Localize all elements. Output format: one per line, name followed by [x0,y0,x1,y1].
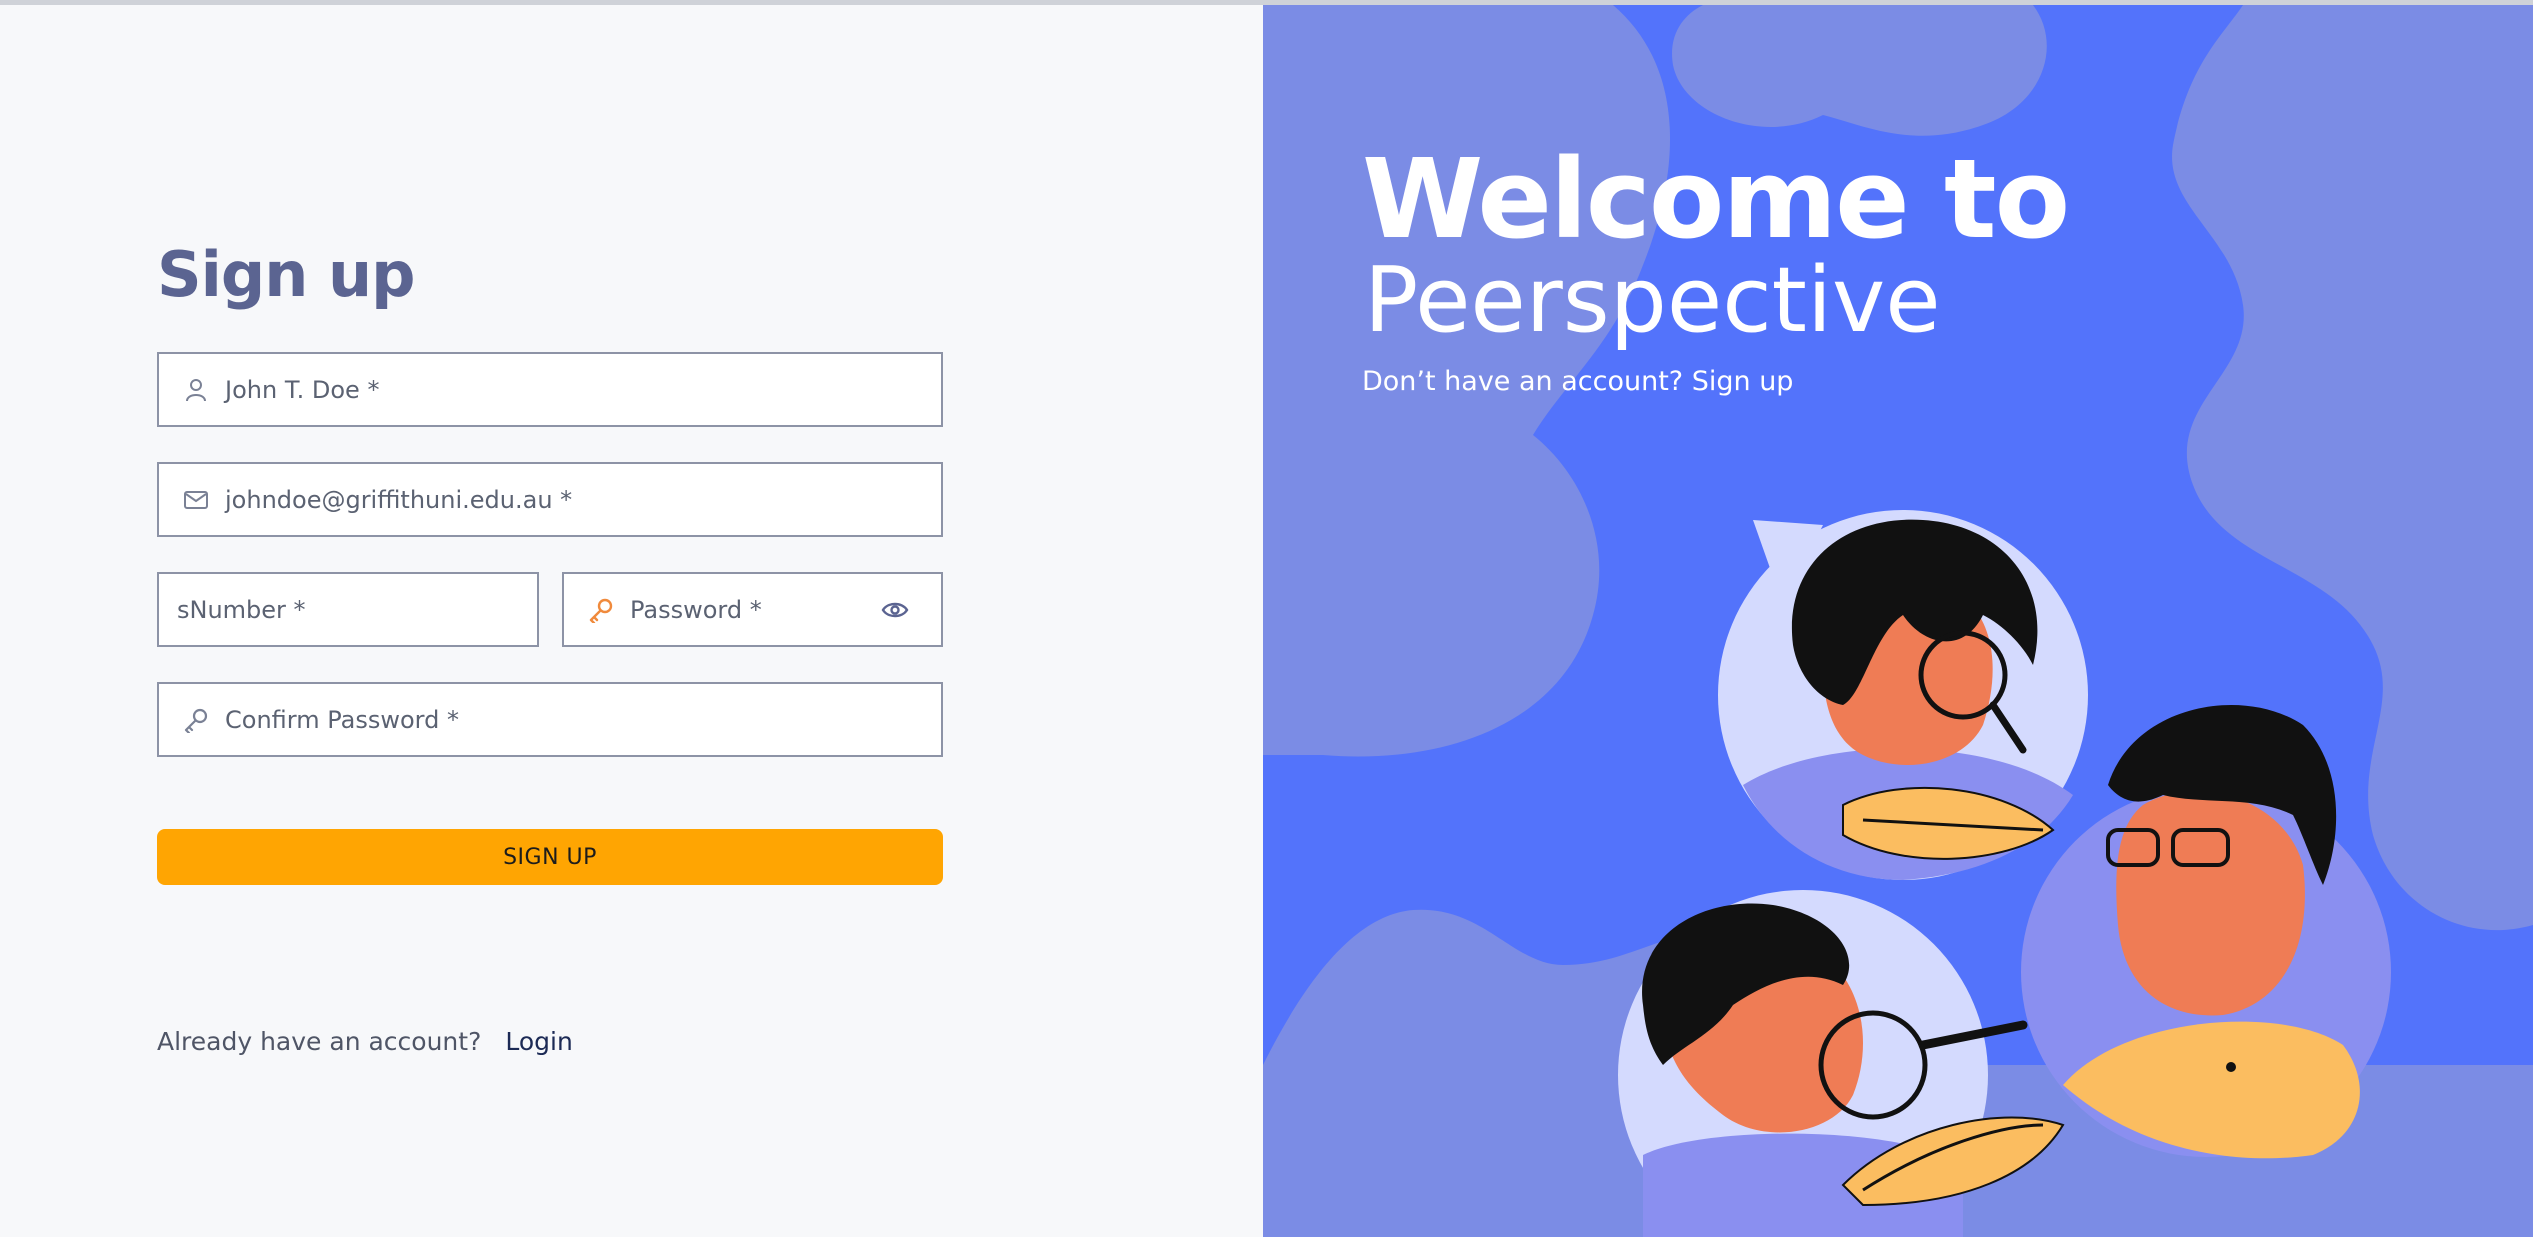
sign-up-button[interactable]: SIGN UP [157,829,943,885]
background-blob [1672,5,2047,136]
mail-icon [181,485,211,515]
email-field[interactable]: johndoe@griffithuni.edu.au * [157,462,943,537]
eye-icon[interactable] [881,596,911,626]
snumber-field[interactable]: sNumber * [157,572,539,647]
confirm-password-placeholder: Confirm Password * [225,705,459,734]
login-link[interactable]: Login [505,1027,572,1056]
key-icon [586,595,616,625]
key-icon [181,705,211,735]
password-field[interactable]: Password * [562,572,943,647]
shirt-button [2226,1062,2236,1072]
user-icon [181,375,211,405]
hero-subtext[interactable]: Don’t have an account? Sign up [1362,366,1793,397]
login-prompt: Already have an account? Login [157,1027,573,1056]
full-name-placeholder: John T. Doe * [225,375,380,404]
full-name-field[interactable]: John T. Doe * [157,352,943,427]
login-prompt-text: Already have an account? [157,1027,482,1056]
password-placeholder: Password * [630,595,762,624]
snumber-placeholder: sNumber * [177,595,306,624]
hero-heading-line1: Welcome to [1362,135,2070,263]
page-title: Sign up [157,238,416,311]
face [2116,791,2305,1016]
hero-heading-line2: Peerspective [1364,248,1941,353]
confirm-password-field[interactable]: Confirm Password * [157,682,943,757]
email-placeholder: johndoe@griffithuni.edu.au * [225,485,573,514]
